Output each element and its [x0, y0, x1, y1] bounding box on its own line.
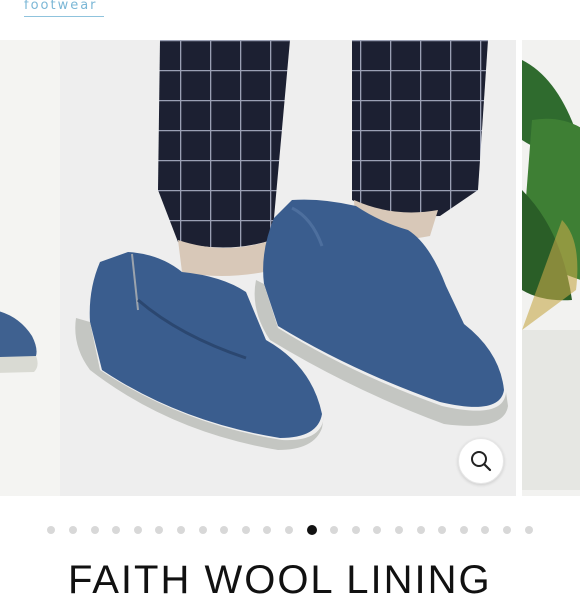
- pagination-dot[interactable]: [47, 526, 56, 534]
- pagination-dot[interactable]: [241, 526, 250, 534]
- carousel-pagination: [0, 524, 580, 536]
- carousel-slide-main[interactable]: [60, 40, 516, 496]
- pagination-dot[interactable]: [502, 526, 511, 534]
- pagination-dot[interactable]: [220, 526, 229, 534]
- pagination-dot[interactable]: [155, 526, 164, 534]
- pagination-dot[interactable]: [198, 526, 207, 534]
- pagination-dot[interactable]: [263, 526, 272, 534]
- carousel-slide-next[interactable]: [522, 40, 580, 496]
- pagination-dot[interactable]: [112, 526, 121, 534]
- pagination-dot[interactable]: [524, 526, 533, 534]
- pagination-dot[interactable]: [177, 526, 186, 534]
- brand-logo[interactable]: footwear: [24, 0, 104, 17]
- carousel-slide-previous[interactable]: [0, 40, 60, 496]
- pagination-dot[interactable]: [459, 526, 468, 534]
- pagination-dot-active[interactable]: [306, 525, 317, 535]
- pagination-dot[interactable]: [438, 526, 447, 534]
- main-shoe-image: [60, 40, 516, 496]
- pagination-dot[interactable]: [351, 526, 360, 534]
- pagination-dot[interactable]: [373, 526, 382, 534]
- pagination-dot[interactable]: [416, 526, 425, 534]
- zoom-button[interactable]: [458, 438, 504, 484]
- image-carousel[interactable]: [0, 40, 580, 496]
- pagination-dot[interactable]: [285, 526, 293, 534]
- next-plant-image: [522, 40, 580, 496]
- pagination-dot[interactable]: [481, 526, 490, 534]
- pagination-dot[interactable]: [394, 526, 403, 534]
- pagination-dot[interactable]: [69, 526, 78, 534]
- previous-shoe-image: [0, 40, 60, 496]
- pagination-dot[interactable]: [90, 526, 99, 534]
- pagination-dot[interactable]: [133, 526, 142, 534]
- pagination-dot[interactable]: [330, 526, 339, 534]
- magnifier-icon: [471, 451, 492, 472]
- product-title: FAITH WOOL LINING: [68, 558, 492, 602]
